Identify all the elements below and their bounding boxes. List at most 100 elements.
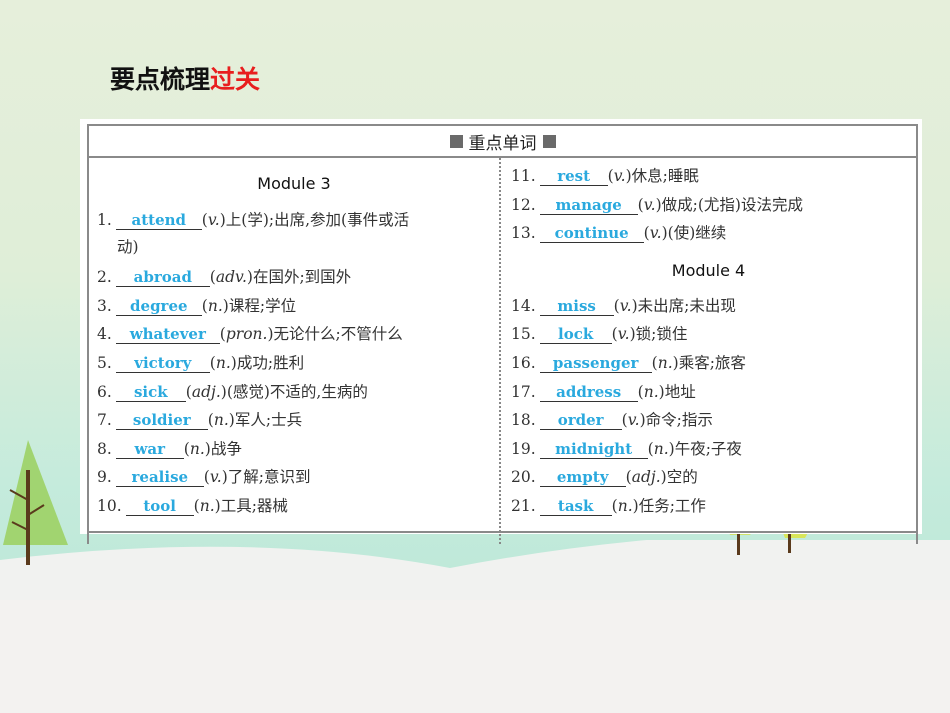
vocab-item: 21. task (n.) 任务;工作 [511, 494, 706, 516]
vocab-item: 10. tool (n.) 工具;器械 [97, 494, 288, 516]
answer-blank: order [539, 411, 622, 430]
vocab-item: 13. continue (v.) (使)继续 [511, 221, 726, 243]
part-of-speech: (n.) [637, 383, 665, 401]
answer-blank: war [115, 440, 184, 459]
answer-blank: realise [115, 468, 204, 487]
definition: (感觉)不适的,生病的 [226, 383, 368, 401]
part-of-speech: (n.) [209, 354, 237, 372]
answer-blank: attend [115, 211, 202, 230]
vocab-item: 3. degree (n.) 课程;学位 [97, 294, 296, 316]
definition: 休息;睡眠 [631, 167, 699, 185]
definition: (使)继续 [667, 224, 727, 242]
definition: 课程;学位 [228, 297, 297, 315]
vocab-item: 14. miss (v.) 未出席;未出现 [511, 294, 736, 316]
item-number: 2. [97, 268, 112, 286]
answer-blank: empty [539, 468, 626, 487]
part-of-speech: (n.) [651, 354, 679, 372]
definition: 做成;(尤指)设法完成 [661, 196, 803, 214]
part-of-speech: (adj.) [185, 383, 227, 401]
vocab-item: 4. whatever (pron.) 无论什么;不管什么 [97, 322, 403, 344]
vocab-item: 17. address (n.) 地址 [511, 380, 696, 402]
definition: 地址 [664, 383, 696, 401]
page-title: 要点梳理过关 [110, 60, 260, 96]
definition: 锁;锁住 [635, 325, 688, 343]
vocab-item: 11. rest (v.) 休息;睡眠 [511, 164, 699, 186]
answer-blank: manage [539, 196, 638, 215]
square-bullet-icon [449, 134, 463, 148]
page-title-accent: 过关 [210, 65, 261, 94]
part-of-speech: (v.) [643, 224, 668, 242]
part-of-speech: (pron.) [219, 325, 274, 343]
definition: 命令;指示 [645, 411, 713, 429]
item-number: 4. [97, 325, 112, 343]
answer-blank: passenger [539, 354, 652, 373]
item-number: 20. [511, 468, 536, 486]
part-of-speech: (n.) [201, 297, 229, 315]
part-of-speech: (v.) [611, 325, 636, 343]
definition: 战争 [210, 440, 242, 458]
column-module-4: 11. rest (v.) 休息;睡眠 12. manage (v.) 做成;(尤指)设法完成… [499, 158, 916, 544]
item-number: 10. [97, 497, 122, 515]
definition: 午夜;子夜 [674, 440, 742, 458]
answer-blank: degree [115, 297, 202, 316]
square-bullet-icon [542, 134, 556, 148]
part-of-speech: (n.) [207, 411, 235, 429]
item-number: 18. [511, 411, 536, 429]
definition-continued: 动) [117, 238, 139, 256]
answer-blank: victory [115, 354, 210, 373]
answer-blank: soldier [115, 411, 208, 430]
item-number: 5. [97, 354, 112, 372]
vocab-item: 1. attend (v.) 上(学);出席,参加(事件或活 [97, 208, 409, 230]
item-number: 19. [511, 440, 536, 458]
item-number: 13. [511, 224, 536, 242]
item-number: 3. [97, 297, 112, 315]
definition: 未出席;未出现 [637, 297, 736, 315]
item-number: 9. [97, 468, 112, 486]
item-number: 6. [97, 383, 112, 401]
part-of-speech: (adv.) [209, 268, 253, 286]
definition: 空的 [666, 468, 698, 486]
vocab-item: 12. manage (v.) 做成;(尤指)设法完成 [511, 193, 803, 215]
answer-blank: abroad [115, 268, 210, 287]
table-header: 重点单词 [89, 126, 916, 158]
definition: 军人;士兵 [234, 411, 303, 429]
definition: 任务;工作 [638, 497, 706, 515]
definition: 工具;器械 [220, 497, 288, 515]
vocab-item: 9. realise (v.) 了解;意识到 [97, 465, 311, 487]
vocab-item: 7. soldier (n.) 军人;士兵 [97, 408, 302, 430]
part-of-speech: (v.) [637, 196, 662, 214]
item-number: 7. [97, 411, 112, 429]
item-number: 21. [511, 497, 536, 515]
part-of-speech: (v.) [621, 411, 646, 429]
vocab-item: 5. victory (n.) 成功;胜利 [97, 351, 304, 373]
part-of-speech: (v.) [613, 297, 638, 315]
definition: 成功;胜利 [236, 354, 305, 372]
item-number: 11. [511, 167, 536, 185]
part-of-speech: (n.) [647, 440, 675, 458]
vocab-item: 6. sick (adj.) (感觉)不适的,生病的 [97, 380, 368, 402]
table-bottom-border [87, 531, 918, 533]
vocab-item: 20. empty (adj.) 空的 [511, 465, 698, 487]
vocab-item: 2. abroad (adv.) 在国外;到国外 [97, 265, 351, 287]
column-module-3: Module 3 1. attend (v.) 上(学);出席,参加(事件或活 动) 2.… [89, 158, 499, 544]
item-number: 12. [511, 196, 536, 214]
answer-blank: rest [539, 167, 608, 186]
vocab-item: 19. midnight (n.) 午夜;子夜 [511, 437, 742, 459]
definition: 无论什么;不管什么 [273, 325, 403, 343]
part-of-speech: (n.) [611, 497, 639, 515]
page-title-main: 要点梳理 [110, 65, 211, 94]
answer-blank: lock [539, 325, 612, 344]
item-number: 8. [97, 440, 112, 458]
answer-blank: task [539, 497, 612, 516]
answer-blank: address [539, 383, 638, 402]
vocab-item: 8. war (n.) 战争 [97, 437, 242, 459]
answer-blank: continue [539, 224, 644, 243]
tree-icon [3, 440, 68, 565]
answer-blank: tool [125, 497, 194, 516]
definition: 乘客;旅客 [678, 354, 746, 372]
part-of-speech: (n.) [193, 497, 221, 515]
answer-blank: whatever [115, 325, 220, 344]
vocab-item: 15. lock (v.) 锁;锁住 [511, 322, 687, 344]
definition: 了解;意识到 [227, 468, 311, 486]
item-number: 14. [511, 297, 536, 315]
